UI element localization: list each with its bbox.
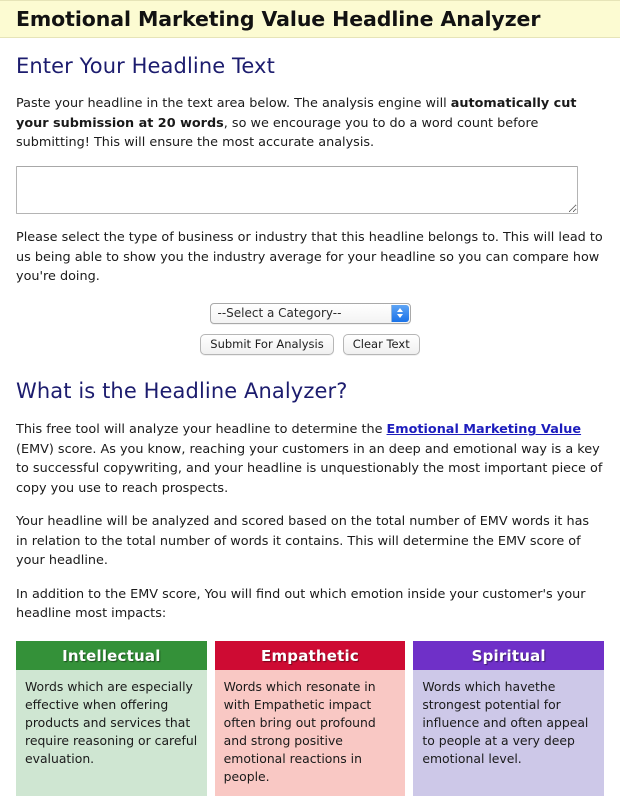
- category-instructions: Please select the type of business or in…: [16, 230, 603, 285]
- emotion-card-body: Words which havethe strongest potential …: [413, 670, 605, 796]
- page-title-banner: Emotional Marketing Value Headline Analy…: [0, 0, 620, 38]
- chevron-down-glyph: [397, 314, 403, 319]
- headline-instructions: Paste your headline in the text area bel…: [16, 94, 604, 152]
- form-button-row: Submit For Analysis Clear Text: [16, 333, 604, 356]
- category-select-row: --Select a Category--: [16, 302, 604, 324]
- emotion-card-header: Empathetic: [214, 641, 406, 671]
- headline-textarea[interactable]: [16, 166, 578, 215]
- clear-text-button[interactable]: Clear Text: [342, 333, 420, 356]
- about-paragraph-2: Your headline will be analyzed and score…: [16, 514, 590, 569]
- emotion-card-list: Intellectual Words which are especially …: [16, 641, 605, 796]
- emotion-card-empathetic: Empathetic Words which resonate in with …: [214, 641, 406, 796]
- emotion-card-body: Words which resonate in with Empathetic …: [214, 670, 406, 796]
- about-heading: What is the Headline Analyzer?: [16, 379, 348, 404]
- page-title: Emotional Marketing Value Headline Analy…: [16, 6, 541, 31]
- about-paragraph-1: This free tool will analyze your headlin…: [16, 420, 604, 498]
- category-select[interactable]: --Select a Category--: [209, 302, 411, 324]
- submit-for-analysis-button[interactable]: Submit For Analysis: [200, 333, 334, 356]
- emotional-marketing-value-link[interactable]: Emotional Marketing Value: [387, 422, 582, 437]
- headline-input-row: [16, 166, 604, 215]
- emotion-card-intellectual: Intellectual Words which are especially …: [16, 641, 207, 796]
- about-para1-part-2: (EMV) score. As you know, reaching your …: [16, 441, 603, 496]
- emotion-card-body: Words which are especially effective whe…: [16, 670, 207, 796]
- about-paragraph-3: In addition to the EMV score, You will f…: [16, 586, 586, 621]
- chevron-up-glyph: [397, 308, 403, 313]
- emotion-card-header: Spiritual: [413, 641, 605, 671]
- emotion-card-header: Intellectual: [16, 641, 207, 671]
- chevron-up-down-icon[interactable]: [390, 304, 409, 322]
- emotion-card-spiritual: Spiritual Words which havethe strongest …: [413, 641, 605, 796]
- category-select-value: --Select a Category--: [217, 306, 342, 321]
- about-para1-part-1: This free tool will analyze your headlin…: [16, 422, 387, 438]
- instructions-part-1: Paste your headline in the text area bel…: [16, 96, 451, 112]
- page-content: Enter Your Headline Text Paste your head…: [0, 54, 620, 796]
- enter-headline-heading: Enter Your Headline Text: [16, 54, 275, 78]
